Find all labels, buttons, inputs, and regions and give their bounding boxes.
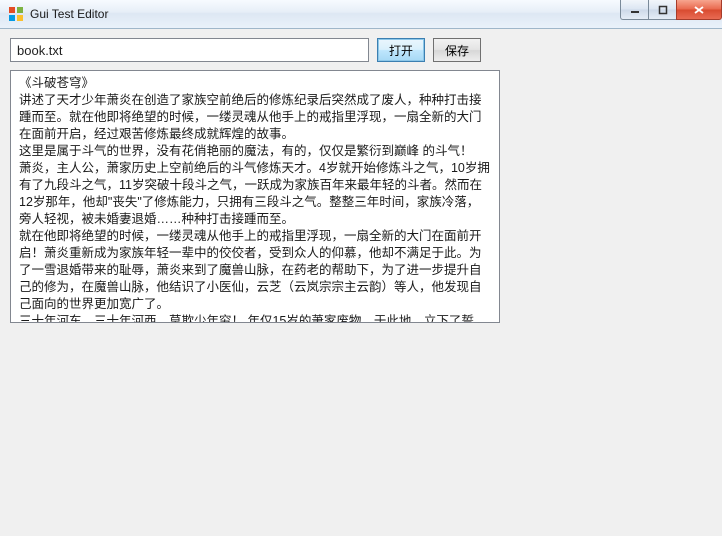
text-line: 萧炎，主人公，萧家历史上空前绝后的斗气修炼天才。4岁就开始修炼斗之气，10岁拥有…: [19, 160, 491, 228]
minimize-icon: [630, 5, 640, 15]
maximize-button[interactable]: [648, 0, 676, 20]
window-controls: [620, 0, 722, 20]
title-bar: Gui Test Editor: [0, 0, 722, 29]
text-editor[interactable]: 《斗破苍穹》 讲述了天才少年萧炎在创造了家族空前绝后的修炼纪录后突然成了废人，种…: [10, 70, 500, 323]
text-line: 讲述了天才少年萧炎在创造了家族空前绝后的修炼纪录后突然成了废人，种种打击接踵而至…: [19, 92, 491, 143]
window-title: Gui Test Editor: [30, 7, 108, 21]
save-button[interactable]: 保存: [433, 38, 481, 62]
text-line: 这里是属于斗气的世界，没有花俏艳丽的魔法，有的，仅仅是繁衍到巅峰 的斗气！: [19, 143, 491, 160]
close-icon: [693, 5, 705, 15]
maximize-icon: [658, 5, 668, 15]
file-path-input[interactable]: [10, 38, 369, 62]
client-area: 打开 保存 《斗破苍穹》 讲述了天才少年萧炎在创造了家族空前绝后的修炼纪录后突然…: [0, 29, 722, 536]
minimize-button[interactable]: [620, 0, 648, 20]
text-line: 就在他即将绝望的时候，一缕灵魂从他手上的戒指里浮现，一扇全新的大门在面前开启！萧…: [19, 228, 491, 313]
toolbar: 打开 保存: [10, 38, 712, 62]
text-line: 三十年河东，三十年河西，莫欺少年穷！ 年仅15岁的萧家废物，于此地，立下了誓言，…: [19, 313, 491, 323]
app-icon: [8, 6, 24, 22]
text-line: 《斗破苍穹》: [19, 75, 491, 92]
close-button[interactable]: [676, 0, 722, 20]
open-button[interactable]: 打开: [377, 38, 425, 62]
